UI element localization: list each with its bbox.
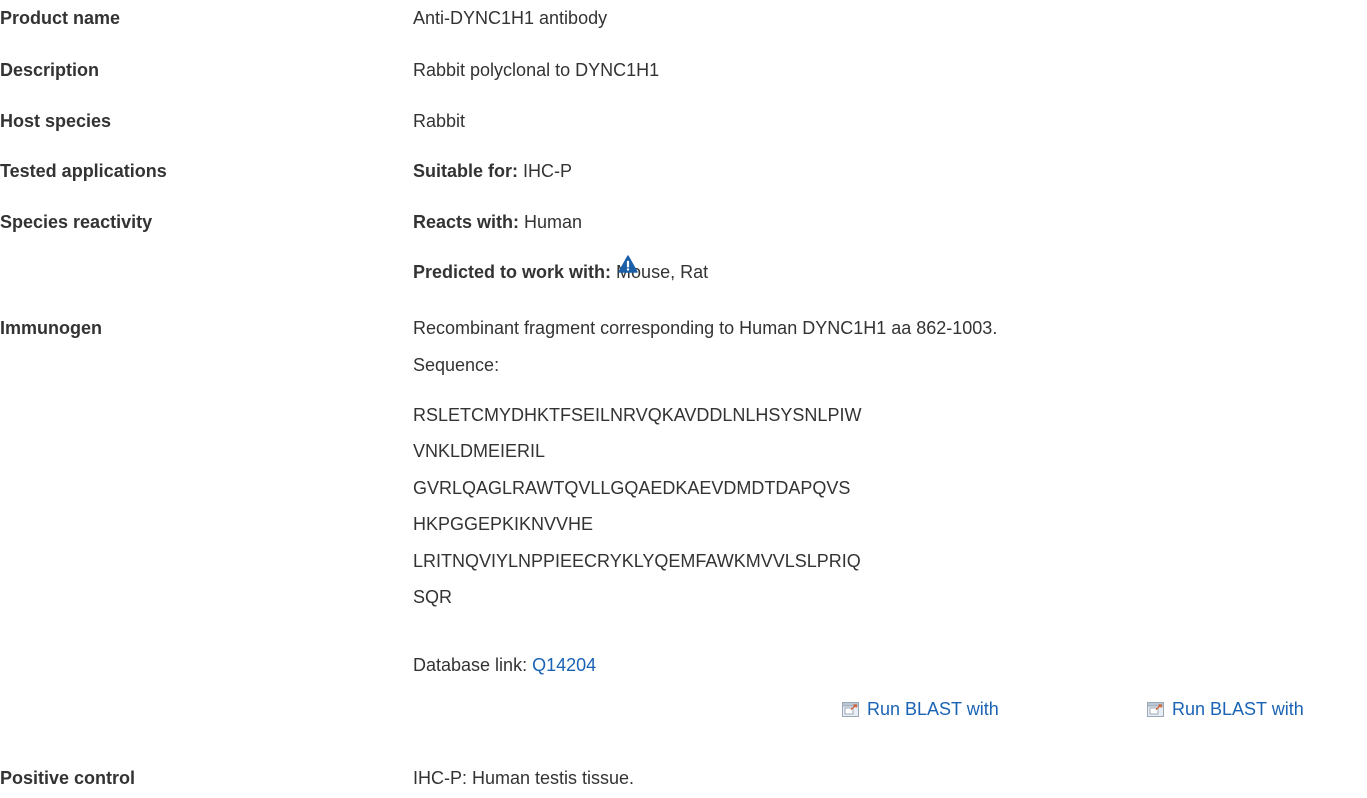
host-species-label: Host species: [0, 111, 112, 131]
description-label: Description: [0, 60, 100, 80]
suitable-for-prefix: Suitable for:: [413, 161, 519, 181]
database-link-q14204[interactable]: Q14204: [532, 655, 596, 675]
reacts-with-species: Human: [524, 212, 583, 232]
suitable-for-value: IHC-P: [523, 161, 573, 181]
product-name-label: Product name: [0, 8, 121, 28]
predicted-to-work-value: Predicted to work with: Mouse, Rat: [413, 262, 708, 283]
predicted-to-work-prefix: Predicted to work with:: [413, 262, 612, 282]
host-species-value: Rabbit: [413, 111, 466, 131]
tested-applications-value: Suitable for: IHC-P: [413, 161, 572, 182]
sequence-line: RSLETCMYDHKTFSEILNRVQKAVDDLNLHSYSNLPIW: [413, 405, 862, 425]
database-link-prefix: Database link:: [413, 655, 528, 675]
run-blast-link-1[interactable]: Run BLAST with: [842, 699, 999, 720]
sequence-line: HKPGGEPKIKNVVHE: [413, 514, 594, 534]
run-blast-label-1[interactable]: Run BLAST with: [867, 699, 999, 720]
reacts-with-value: Reacts with: Human: [413, 212, 582, 233]
sequence-line: LRITNQVIYLNPPIEECRYKLYQEMFAWKMVVLSLPRIQ: [413, 551, 861, 571]
positive-control-label: Positive control: [0, 768, 136, 788]
run-blast-link-2[interactable]: Run BLAST with: [1147, 699, 1304, 720]
warning-triangle-icon[interactable]: [618, 255, 638, 273]
species-reactivity-label: Species reactivity: [0, 212, 153, 232]
positive-control-value: IHC-P: Human testis tissue.: [413, 768, 635, 788]
external-window-icon: [842, 702, 859, 717]
description-value: Rabbit polyclonal to DYNC1H1: [413, 60, 660, 80]
sequence-line: VNKLDMEIERIL: [413, 441, 546, 461]
sequence-line: SQR: [413, 587, 453, 607]
sequence-line: GVRLQAGLRAWTQVLLGQAEDKAEVDMDTDAPQVS: [413, 478, 851, 498]
product-name-value: Anti-DYNC1H1 antibody: [413, 8, 608, 28]
external-window-icon: [1147, 702, 1164, 717]
reacts-with-prefix: Reacts with:: [413, 212, 520, 232]
immunogen-label: Immunogen: [0, 318, 102, 338]
immunogen-text: Recombinant fragment corresponding to Hu…: [413, 318, 998, 338]
run-blast-label-2[interactable]: Run BLAST with: [1172, 699, 1304, 720]
tested-applications-label: Tested applications: [0, 161, 167, 181]
sequence-label: Sequence:: [413, 355, 500, 375]
database-link-row: Database link: Q14204: [413, 655, 596, 676]
